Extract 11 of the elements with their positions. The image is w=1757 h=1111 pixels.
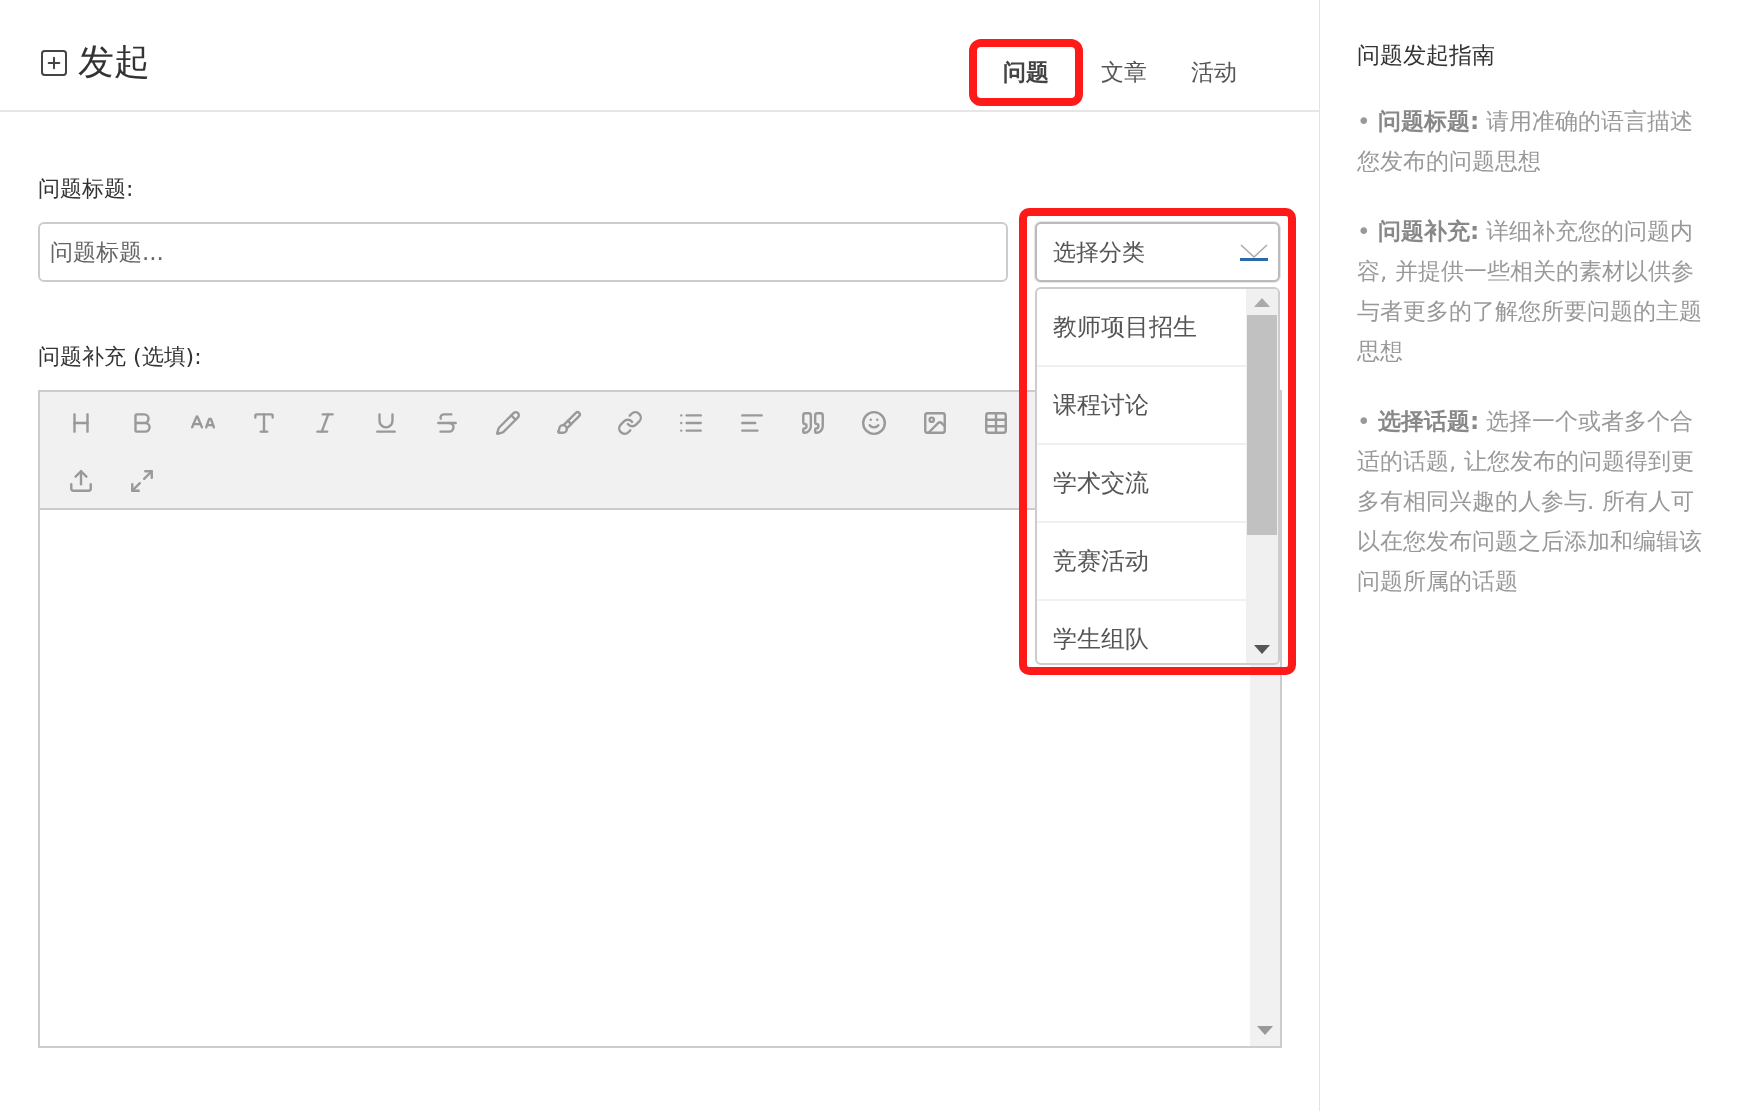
page-title: 发起 (78, 40, 150, 84)
tab[interactable]: 文章 (1079, 43, 1169, 102)
title-input[interactable]: 问题标题... (38, 222, 1008, 282)
tab[interactable]: 活动 (1169, 43, 1259, 102)
guide-tip: • 问题标题: 请用准确的语言描述您发布的问题思想 (1357, 107, 1695, 176)
category-select[interactable]: 选择分类 (1035, 222, 1280, 282)
guide-tip: • 问题补充: 详细补充您的问题内容, 并提供一些相关的素材以供参与者更多的了解您所要问题的主题思想 (1357, 217, 1703, 366)
guide-title: 问题发起指南 (1357, 41, 1496, 70)
guide-tip: • 选择话题: 选择一个或者多个合适的话题, 让您发布的问题得到更多有相同兴趣的人参与. 所有人可以在您发布问题之后添加和编辑该问题所属的话题 (1357, 407, 1703, 596)
field-label: 问题标题: (38, 175, 135, 203)
field-label: 问题补充 (选填): (38, 343, 203, 371)
